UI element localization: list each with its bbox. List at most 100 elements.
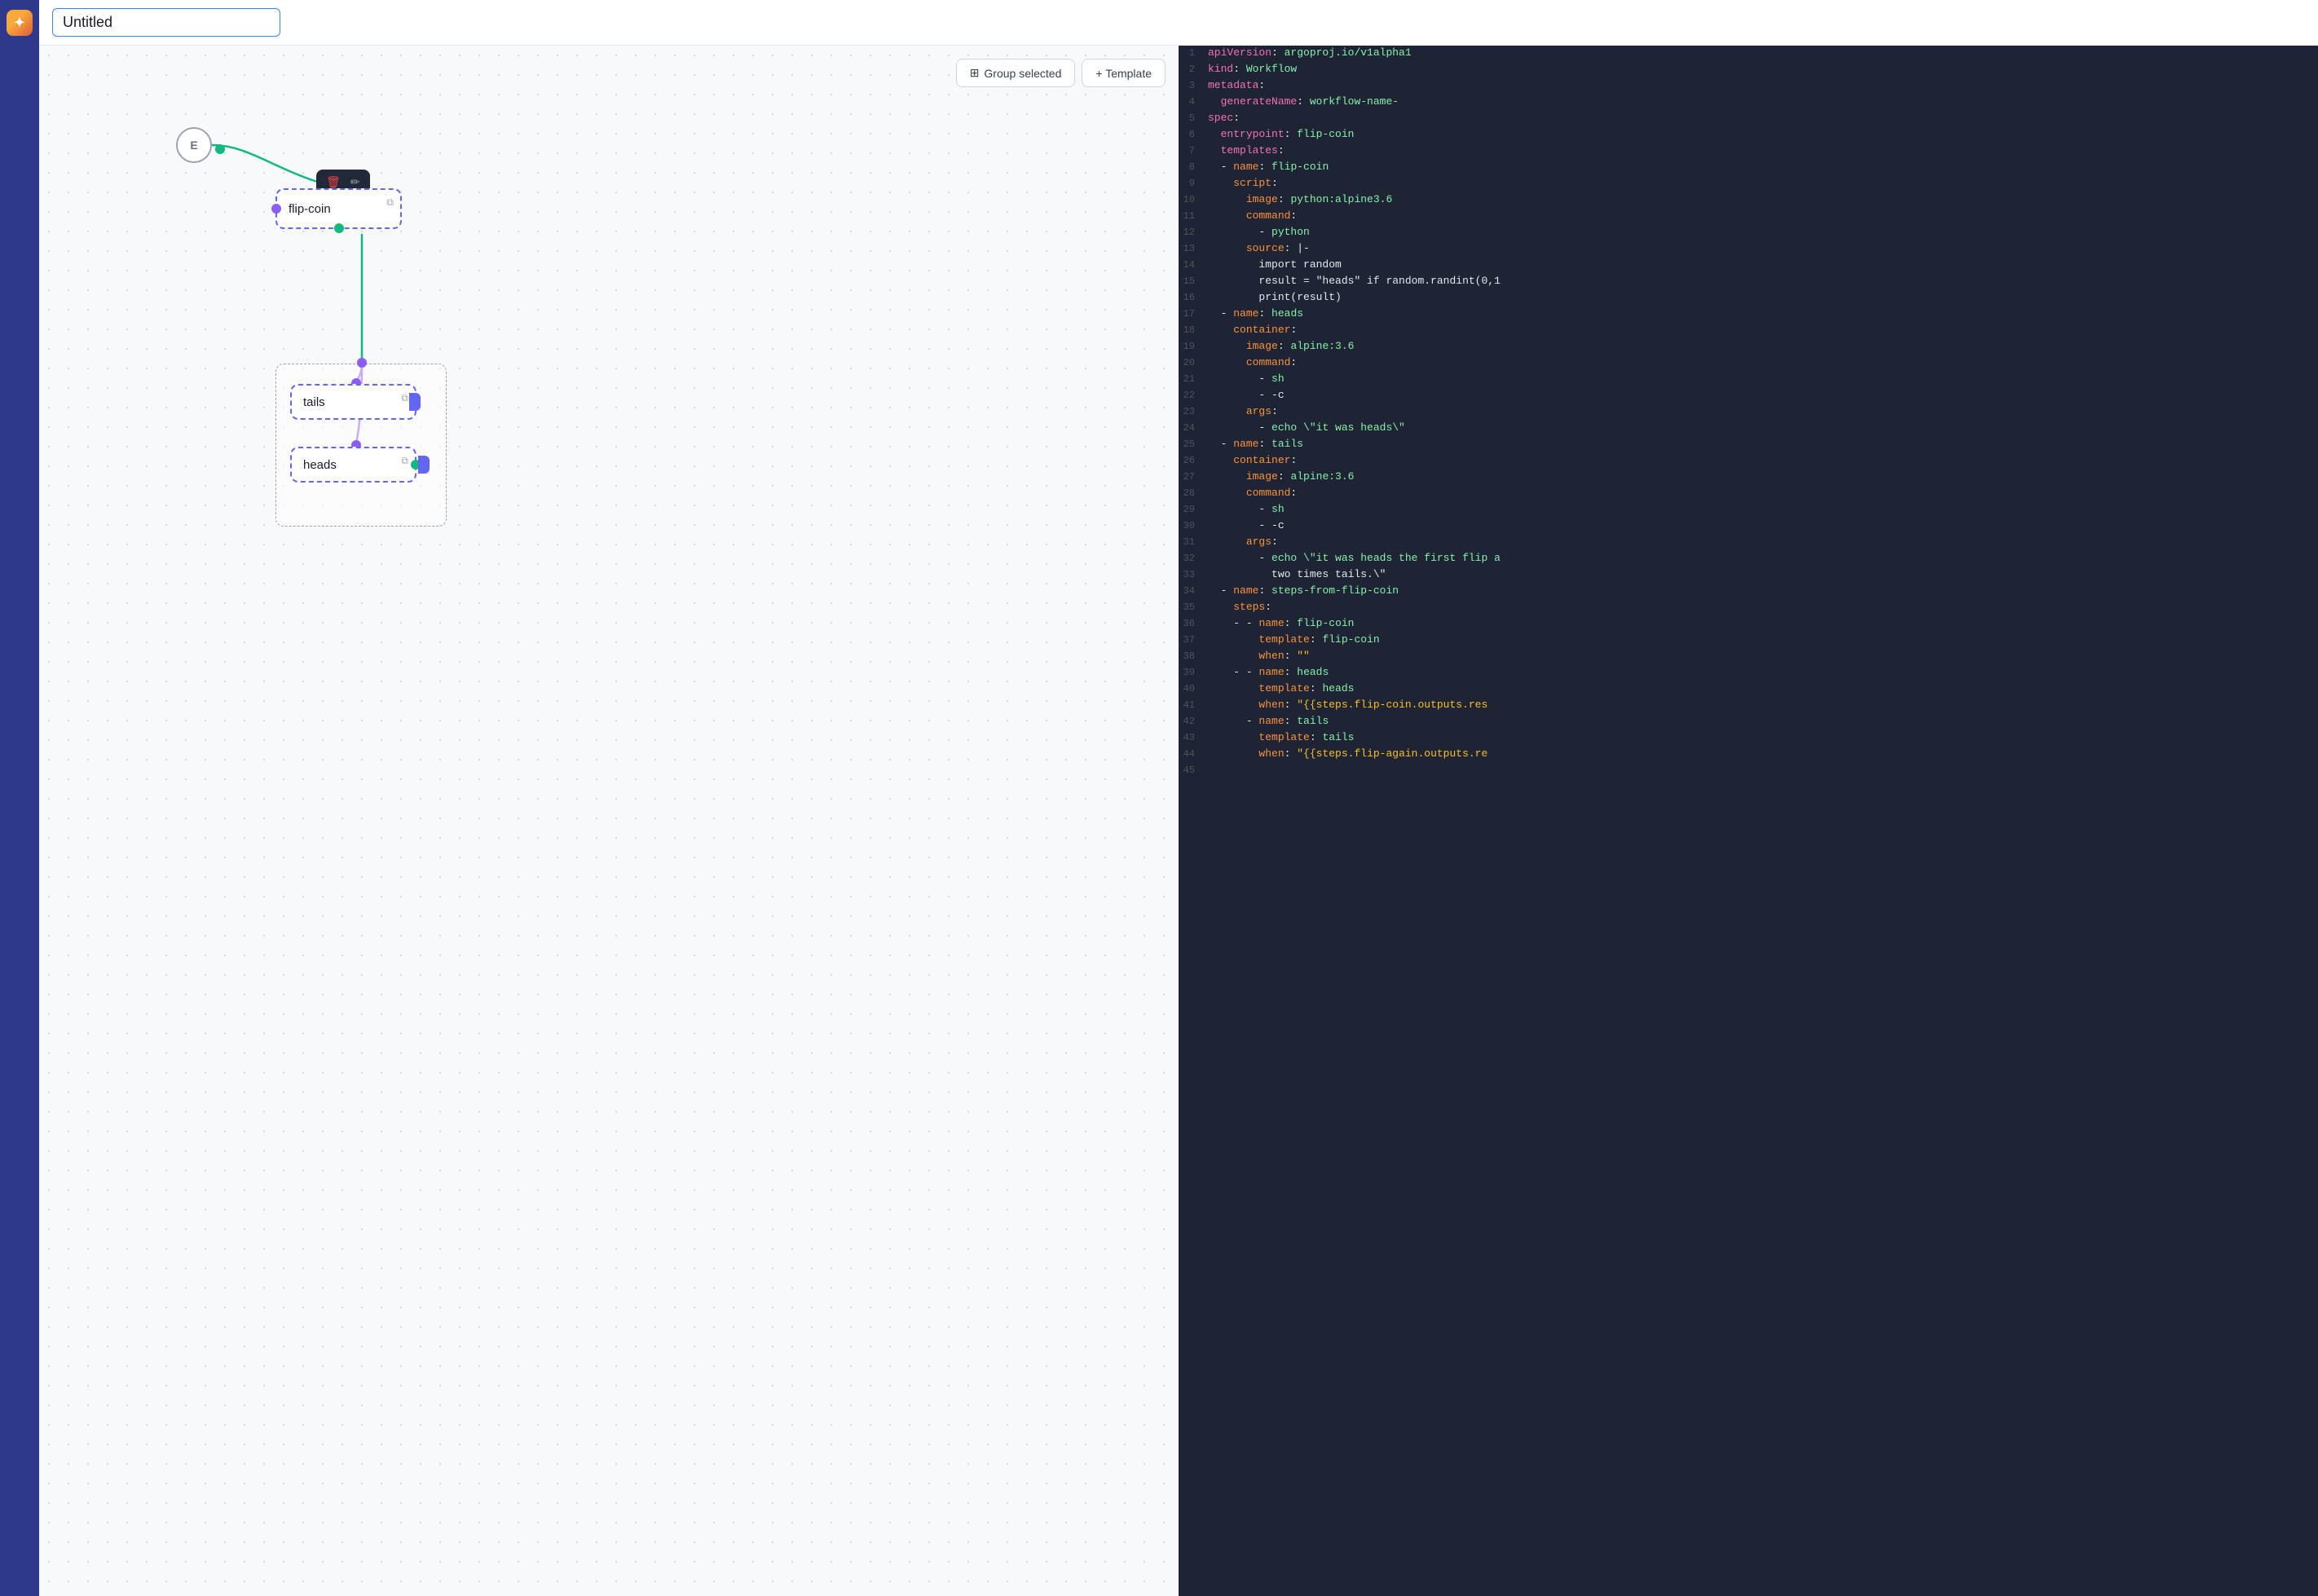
line-number: 27 [1179, 470, 1208, 483]
app-logo[interactable]: ✦ [7, 10, 33, 36]
line-content: result = "heads" if random.randint(0,1 [1208, 275, 2318, 287]
line-number: 18 [1179, 324, 1208, 336]
flip-coin-input-dot [271, 204, 281, 214]
entry-label: E [190, 139, 197, 152]
line-content: container: [1208, 454, 2318, 466]
line-number: 28 [1179, 487, 1208, 499]
line-content: source: |- [1208, 242, 2318, 254]
line-number: 37 [1179, 633, 1208, 646]
code-line: 38 when: "" [1179, 649, 2318, 665]
line-content: metadata: [1208, 79, 2318, 91]
flip-coin-output-dot [334, 223, 344, 233]
flip-coin-label: flip-coin [289, 202, 331, 216]
code-line: 28 command: [1179, 486, 2318, 502]
code-line: 42 - name: tails [1179, 714, 2318, 730]
template-button[interactable]: + Template [1082, 59, 1166, 87]
line-content: - - name: heads [1208, 666, 2318, 678]
code-line: 45 [1179, 763, 2318, 779]
code-line: 2kind: Workflow [1179, 62, 2318, 78]
line-content: - name: tails [1208, 438, 2318, 450]
workflow-title-input[interactable] [52, 8, 280, 37]
main-area: ⊞ Group selected + Template E [39, 0, 2318, 1596]
line-number: 22 [1179, 389, 1208, 401]
code-lines-container: 1apiVersion: argoproj.io/v1alpha12kind: … [1179, 46, 2318, 779]
group-icon: ⊞ [970, 66, 980, 80]
group-selected-button[interactable]: ⊞ Group selected [956, 59, 1076, 87]
line-content: - name: steps-from-flip-coin [1208, 584, 2318, 597]
line-number: 35 [1179, 601, 1208, 613]
code-line: 6 entrypoint: flip-coin [1179, 127, 2318, 143]
canvas-area[interactable]: ⊞ Group selected + Template E [39, 46, 1179, 1596]
line-content: - -c [1208, 519, 2318, 531]
line-content: - echo \"it was heads\" [1208, 421, 2318, 434]
header [39, 0, 2318, 46]
line-number: 33 [1179, 568, 1208, 580]
code-line: 9 script: [1179, 176, 2318, 192]
line-content: - sh [1208, 373, 2318, 385]
line-content: template: flip-coin [1208, 633, 2318, 646]
code-line: 35 steps: [1179, 600, 2318, 616]
line-number: 21 [1179, 373, 1208, 385]
heads-arrow [418, 456, 430, 474]
code-line: 14 import random [1179, 258, 2318, 274]
line-content: two times tails.\" [1208, 568, 2318, 580]
line-content: entrypoint: flip-coin [1208, 128, 2318, 140]
line-content: template: heads [1208, 682, 2318, 694]
line-number: 15 [1179, 275, 1208, 287]
code-line: 26 container: [1179, 453, 2318, 470]
line-content: - - name: flip-coin [1208, 617, 2318, 629]
code-line: 17 - name: heads [1179, 306, 2318, 323]
line-number: 17 [1179, 307, 1208, 320]
line-number: 44 [1179, 747, 1208, 760]
code-line: 3metadata: [1179, 78, 2318, 95]
tails-copy-icon[interactable]: ⧉ [401, 392, 408, 404]
line-content: - name: heads [1208, 307, 2318, 320]
heads-node[interactable]: heads ⧉ [290, 447, 416, 483]
code-line: 1apiVersion: argoproj.io/v1alpha1 [1179, 46, 2318, 62]
template-label: + Template [1095, 67, 1152, 80]
line-number: 7 [1179, 144, 1208, 157]
heads-copy-icon[interactable]: ⧉ [401, 455, 408, 467]
line-content: steps: [1208, 601, 2318, 613]
line-content: spec: [1208, 112, 2318, 124]
line-number: 9 [1179, 177, 1208, 189]
code-panel: 1apiVersion: argoproj.io/v1alpha12kind: … [1179, 46, 2318, 1596]
line-content: - name: tails [1208, 715, 2318, 727]
code-line: 30 - -c [1179, 518, 2318, 535]
code-line: 31 args: [1179, 535, 2318, 551]
flip-coin-node[interactable]: flip-coin ⧉ [275, 188, 402, 229]
code-line: 36 - - name: flip-coin [1179, 616, 2318, 633]
code-line: 4 generateName: workflow-name- [1179, 95, 2318, 111]
line-number: 40 [1179, 682, 1208, 694]
code-line: 41 when: "{{steps.flip-coin.outputs.res [1179, 698, 2318, 714]
code-line: 39 - - name: heads [1179, 665, 2318, 681]
line-number: 30 [1179, 519, 1208, 531]
line-content: container: [1208, 324, 2318, 336]
tails-node[interactable]: tails ⧉ [290, 384, 416, 420]
line-number: 5 [1179, 112, 1208, 124]
line-content: when: "{{steps.flip-coin.outputs.res [1208, 699, 2318, 711]
line-number: 24 [1179, 421, 1208, 434]
line-content: import random [1208, 258, 2318, 271]
sidebar: ✦ [0, 0, 39, 1596]
tails-label: tails [303, 395, 325, 409]
entry-node[interactable]: E [176, 127, 212, 163]
line-number: 12 [1179, 226, 1208, 238]
code-line: 18 container: [1179, 323, 2318, 339]
line-number: 11 [1179, 209, 1208, 222]
line-number: 32 [1179, 552, 1208, 564]
line-number: 3 [1179, 79, 1208, 91]
code-line: 7 templates: [1179, 143, 2318, 160]
line-content: - sh [1208, 503, 2318, 515]
line-number: 10 [1179, 193, 1208, 205]
line-number: 23 [1179, 405, 1208, 417]
line-number: 31 [1179, 536, 1208, 548]
line-content: command: [1208, 209, 2318, 222]
code-line: 11 command: [1179, 209, 2318, 225]
line-number: 14 [1179, 258, 1208, 271]
line-content: args: [1208, 405, 2318, 417]
content-area: ⊞ Group selected + Template E [39, 46, 2318, 1596]
line-number: 16 [1179, 291, 1208, 303]
copy-icon[interactable]: ⧉ [386, 196, 394, 209]
line-number: 4 [1179, 95, 1208, 108]
